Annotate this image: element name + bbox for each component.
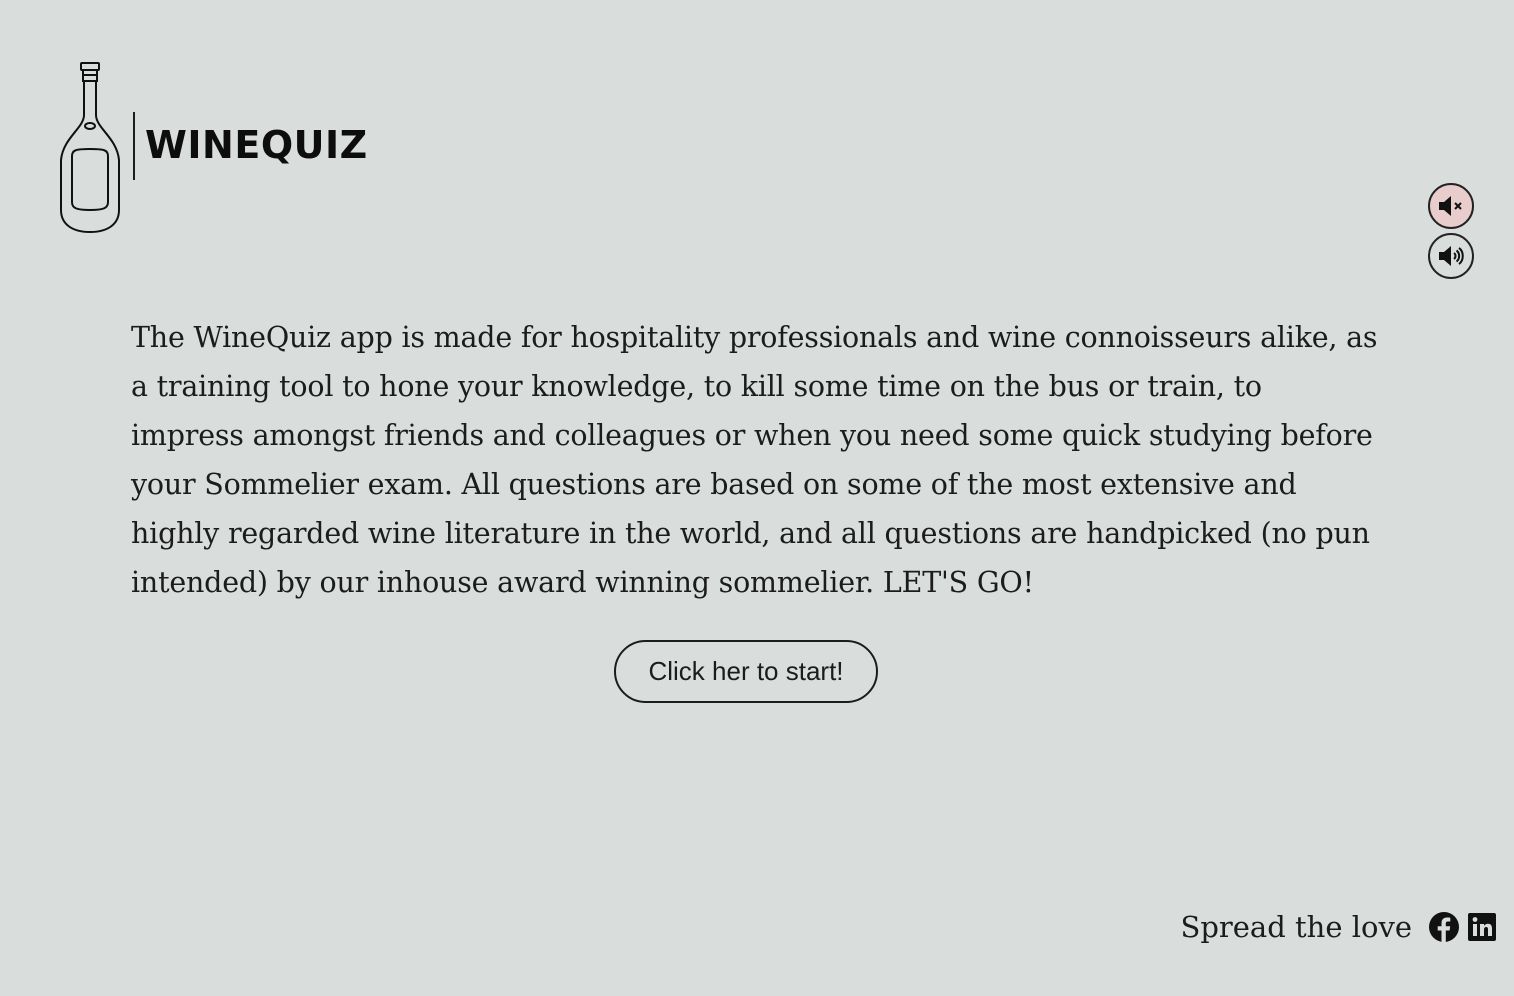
wine-bottle-icon (60, 62, 120, 234)
share-footer: Spread the love (1180, 910, 1498, 944)
speaker-mute-icon (1439, 196, 1462, 216)
logo: WINEQUIZ (58, 60, 368, 234)
app-title: WINEQUIZ (145, 123, 368, 167)
linkedin-icon[interactable] (1466, 911, 1498, 943)
facebook-icon[interactable] (1428, 911, 1460, 943)
logo-divider (133, 112, 135, 180)
mute-button[interactable] (1428, 183, 1474, 229)
speaker-volume-icon (1439, 246, 1464, 266)
unmute-button[interactable] (1428, 233, 1474, 279)
intro-text: The WineQuiz app is made for hospitality… (131, 321, 1378, 599)
start-button[interactable]: Click her to start! (614, 640, 878, 703)
share-text: Spread the love (1180, 910, 1412, 944)
